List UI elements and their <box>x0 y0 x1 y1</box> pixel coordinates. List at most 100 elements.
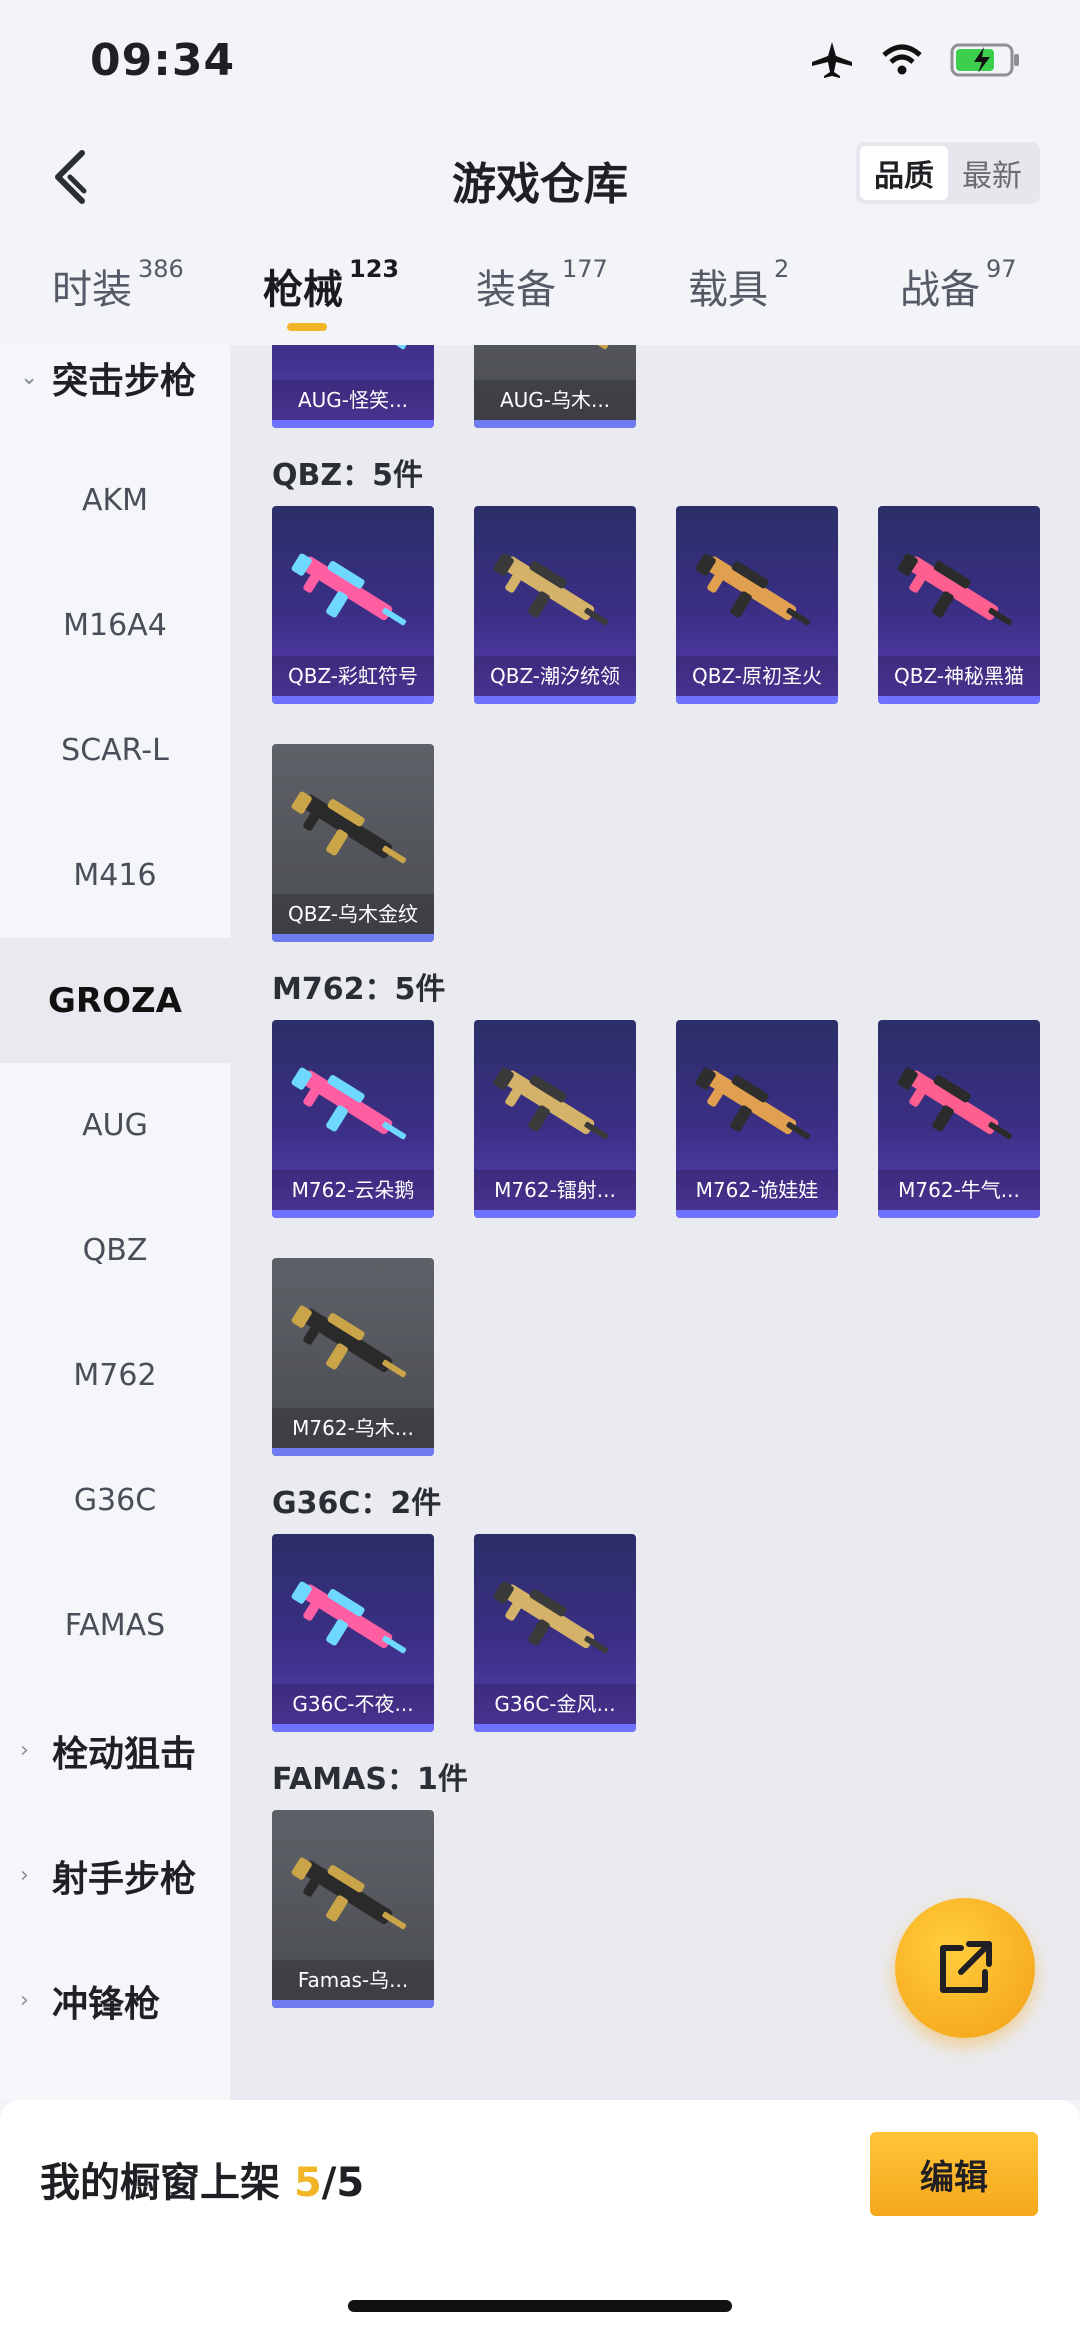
tab-label: 载具 <box>688 267 768 313</box>
sidebar-group-smg[interactable]: › 冲锋枪 <box>0 1938 230 2063</box>
tab-count: 386 <box>138 255 184 283</box>
weapon-skin-icon <box>291 1067 407 1140</box>
weapon-grid: AUG-怪笑... AUG-乌木... QBZ：5件 QBZ-彩虹符号 QBZ-… <box>230 345 1080 2100</box>
sidebar-item-akm[interactable]: AKM <box>0 438 230 563</box>
tab-label: 枪械 <box>263 267 343 313</box>
weapon-skin-card[interactable]: QBZ-乌木金纹 <box>272 744 434 942</box>
weapon-skin-name: M762-镭射... <box>474 1170 636 1210</box>
section-header: FAMAS：1件 <box>272 1762 468 1797</box>
sidebar-group-marksman-rifle[interactable]: › 射手步枪 <box>0 1813 230 1938</box>
tab-fashion[interactable]: 时装 386 <box>52 255 184 315</box>
tab-count: 2 <box>774 255 790 283</box>
sidebar-item-label: 突击步枪 <box>52 360 197 402</box>
rarity-bar <box>474 420 636 428</box>
weapon-skin-card[interactable]: QBZ-原初圣火 <box>676 506 838 704</box>
edit-button[interactable]: 编辑 <box>870 2132 1038 2216</box>
weapon-skin-card[interactable]: G36C-不夜... <box>272 1534 434 1732</box>
sidebar-item-aug[interactable]: AUG <box>0 1063 230 1188</box>
share-button[interactable] <box>895 1898 1035 2038</box>
weapon-skin-card[interactable]: M762-诡娃娃 <box>676 1020 838 1218</box>
weapon-skin-icon <box>291 1305 407 1378</box>
weapon-skin-card[interactable]: M762-乌木... <box>272 1258 434 1456</box>
active-tab-indicator <box>287 323 327 331</box>
weapon-skin-card[interactable]: Famas-乌... <box>272 1810 434 2008</box>
weapon-skin-name: M762-牛气... <box>878 1170 1040 1210</box>
rarity-bar <box>878 696 1040 704</box>
sidebar-item-label: SCAR-L <box>61 733 169 768</box>
sidebar-item-label: QBZ <box>82 1233 148 1268</box>
weapon-skin-card[interactable]: M762-云朵鹅 <box>272 1020 434 1218</box>
rarity-bar <box>474 696 636 704</box>
weapon-skin-card[interactable]: M762-牛气... <box>878 1020 1040 1218</box>
tab-label: 装备 <box>476 267 556 313</box>
weapon-skin-name: AUG-乌木... <box>474 380 636 420</box>
tab-supplies[interactable]: 战备 97 <box>900 255 1017 315</box>
weapon-skin-name: QBZ-神秘黑猫 <box>878 656 1040 696</box>
showcase-label: 我的橱窗上架 <box>40 2160 280 2206</box>
showcase-current-count: 5 <box>293 2160 322 2206</box>
sort-newest-option[interactable]: 最新 <box>948 146 1036 200</box>
sidebar-item-label: AUG <box>82 1108 148 1143</box>
sort-toggle: 品质 最新 <box>856 142 1040 204</box>
weapon-skin-name: QBZ-潮汐统领 <box>474 656 636 696</box>
sidebar-item-scar-l[interactable]: SCAR-L <box>0 688 230 813</box>
sidebar-item-label: 栓动狙击 <box>52 1733 197 1775</box>
weapon-skin-card[interactable]: QBZ-潮汐统领 <box>474 506 636 704</box>
sidebar-item-g36c[interactable]: G36C <box>0 1438 230 1563</box>
weapon-skin-card[interactable]: QBZ-神秘黑猫 <box>878 506 1040 704</box>
tab-count: 97 <box>986 255 1017 283</box>
weapon-skin-icon <box>584 345 609 350</box>
weapon-category-sidebar: ⌄ 突击步枪 AKM M16A4 SCAR-L M416 GROZA AUG QB… <box>0 345 230 2100</box>
weapon-skin-card[interactable]: QBZ-彩虹符号 <box>272 506 434 704</box>
sidebar-item-label: FAMAS <box>64 1608 166 1643</box>
weapon-skin-icon <box>291 553 407 626</box>
rarity-bar <box>474 1724 636 1732</box>
weapon-skin-card[interactable]: M762-镭射... <box>474 1020 636 1218</box>
rarity-bar <box>676 1210 838 1218</box>
sidebar-item-m16a4[interactable]: M16A4 <box>0 563 230 688</box>
weapon-skin-card[interactable]: AUG-怪笑... <box>272 345 434 428</box>
weapon-skin-name: G36C-不夜... <box>272 1684 434 1724</box>
weapon-skin-icon <box>695 1067 811 1140</box>
sidebar-item-label: G36C <box>73 1483 157 1518</box>
chevron-right-icon: › <box>20 1738 29 1763</box>
status-icons <box>810 40 1022 80</box>
weapon-skin-name: G36C-金风... <box>474 1684 636 1724</box>
sidebar-group-assault-rifle[interactable]: ⌄ 突击步枪 <box>0 315 230 440</box>
rarity-bar <box>272 1724 434 1732</box>
weapon-skin-icon <box>897 1067 1013 1140</box>
sidebar-item-m416[interactable]: M416 <box>0 813 230 938</box>
section-header: M762：5件 <box>272 972 446 1007</box>
section-header: QBZ：5件 <box>272 458 423 493</box>
sidebar-item-qbz[interactable]: QBZ <box>0 1188 230 1313</box>
weapon-skin-name: M762-乌木... <box>272 1408 434 1448</box>
weapon-skin-card[interactable]: G36C-金风... <box>474 1534 636 1732</box>
tab-guns[interactable]: 枪械 123 <box>263 255 399 315</box>
weapon-skin-card[interactable]: AUG-乌木... <box>474 345 636 428</box>
rarity-bar <box>272 420 434 428</box>
sidebar-item-label: 冲锋枪 <box>52 1983 161 2025</box>
sidebar-item-groza[interactable]: GROZA <box>0 938 230 1063</box>
sidebar-item-label: GROZA <box>48 980 182 1021</box>
share-icon <box>940 1941 992 1993</box>
sidebar-item-m762[interactable]: M762 <box>0 1313 230 1438</box>
weapon-skin-icon <box>695 553 811 626</box>
tab-vehicles[interactable]: 载具 2 <box>688 255 790 315</box>
sidebar-item-label: M762 <box>73 1358 157 1393</box>
sidebar-group-bolt-sniper[interactable]: › 栓动狙击 <box>0 1688 230 1813</box>
sidebar-item-famas[interactable]: FAMAS <box>0 1563 230 1688</box>
tab-equipment[interactable]: 装备 177 <box>476 255 608 315</box>
status-bar: 09:34 <box>0 0 1080 120</box>
tab-count: 177 <box>562 255 608 283</box>
chevron-right-icon: › <box>20 1988 29 2013</box>
home-indicator[interactable] <box>348 2300 732 2312</box>
airplane-icon <box>810 40 854 80</box>
tab-label: 战备 <box>900 267 980 313</box>
battery-charging-icon <box>950 42 1022 78</box>
sidebar-item-label: AKM <box>81 483 149 518</box>
weapon-skin-icon <box>493 1581 609 1654</box>
rarity-bar <box>676 696 838 704</box>
sort-quality-option[interactable]: 品质 <box>860 146 948 200</box>
showcase-status: 我的橱窗上架 5/5 <box>40 2150 364 2208</box>
rarity-bar <box>878 1210 1040 1218</box>
